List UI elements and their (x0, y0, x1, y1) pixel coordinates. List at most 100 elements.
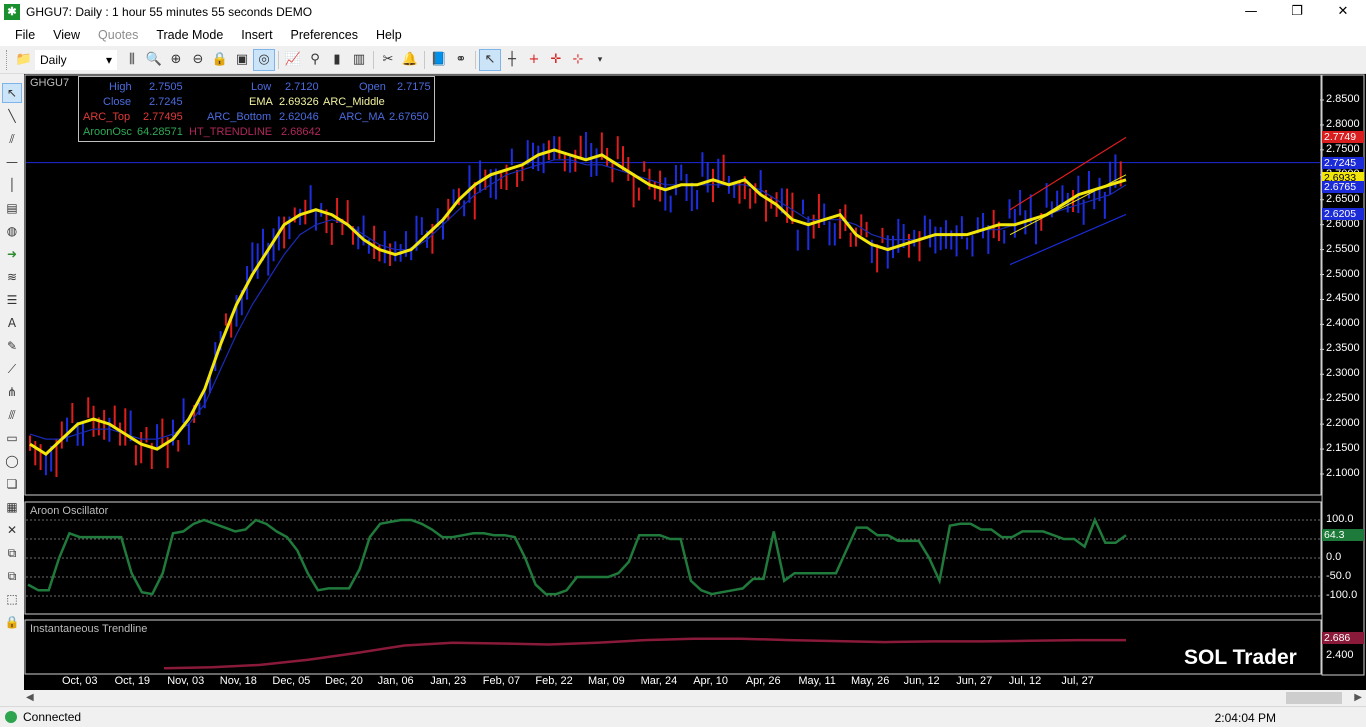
callout-icon[interactable]: ◍ (2, 221, 22, 241)
template-icon[interactable]: ▦ (2, 497, 22, 517)
book-icon[interactable]: 📘 (428, 49, 450, 71)
price-axis-label: 2.6500 (1326, 192, 1360, 205)
toolbar-grip[interactable] (6, 49, 9, 70)
open-label: Open (359, 81, 386, 93)
menu-file[interactable]: File (6, 24, 44, 46)
cross-line-icon[interactable]: ⊹ (567, 49, 589, 71)
maximize-button[interactable]: ❐ (1274, 0, 1320, 24)
histogram-icon[interactable]: ▥ (348, 49, 370, 71)
price-tag: 2.6765 (1322, 180, 1364, 193)
menu-insert[interactable]: Insert (232, 24, 281, 46)
trend-tag: 2.686 (1322, 632, 1364, 644)
note-icon[interactable]: ▤ (2, 198, 22, 218)
price-axis-label: 2.4500 (1326, 292, 1360, 305)
price-axis-label: 2.5000 (1326, 267, 1360, 280)
crosshair-mode-icon[interactable]: ◎ (253, 48, 275, 71)
zoom-out-icon[interactable]: ⊖ (187, 49, 209, 71)
price-axis-label: 2.1500 (1326, 442, 1360, 455)
bar-chart-icon[interactable]: ▮ (326, 49, 348, 71)
menu-preferences[interactable]: Preferences (282, 24, 367, 46)
ema-label: EMA (249, 96, 273, 108)
period-select[interactable]: Daily ▾ (35, 49, 117, 70)
price-axis-label: 2.5500 (1326, 242, 1360, 255)
menu-quotes[interactable]: Quotes (89, 24, 147, 46)
high-value: 2.7505 (149, 81, 183, 93)
trendline-line (163, 637, 1126, 670)
indicator-icon[interactable]: 📈 (282, 49, 304, 71)
price-axis-label: 2.7500 (1326, 142, 1360, 155)
toolbar-overflow-icon[interactable]: ▾ (589, 49, 611, 71)
ema-line (29, 148, 1127, 456)
scroll-thumb[interactable] (1286, 692, 1342, 704)
chart-scrollbar[interactable]: ◀ ▶ (24, 690, 1366, 706)
bar-type-icon[interactable]: ⫼ (121, 49, 143, 71)
pitchfork-icon[interactable]: ⋔ (2, 382, 22, 402)
text-icon[interactable]: A (2, 313, 22, 333)
brand-logo: SOL Trader (1184, 646, 1297, 669)
aroon-tag: 64.3 (1322, 529, 1364, 541)
folder-icon[interactable]: 📁 (13, 49, 35, 71)
menu-view[interactable]: View (44, 24, 89, 46)
arc-bottom-label: ARC_Bottom (207, 111, 272, 123)
pen-icon[interactable]: ✎ (2, 336, 22, 356)
close-button[interactable]: ✕ (1320, 0, 1366, 24)
menu-trade-mode[interactable]: Trade Mode (147, 24, 232, 46)
properties-icon[interactable]: ▣ (231, 49, 253, 71)
select-area-icon[interactable]: ⬚ (2, 589, 22, 609)
time-axis-label: Nov, 18 (219, 675, 257, 687)
copy-icon[interactable]: ⧉ (2, 543, 22, 563)
lock-drawings-icon[interactable]: 🔒 (2, 612, 22, 632)
bell-icon[interactable]: 🔔 (399, 49, 421, 71)
vertical-line-icon[interactable]: │ (2, 175, 22, 195)
select-icon[interactable]: ↖ (2, 83, 22, 103)
cross-red-icon[interactable]: + (523, 49, 545, 71)
cycle-icon[interactable]: ≋ (2, 267, 22, 287)
time-axis-label: Oct, 03 (62, 675, 98, 687)
low-value: 2.7120 (285, 81, 319, 93)
crosshair-icon[interactable]: ┼ (501, 49, 523, 71)
aroon-value: 64.28571 (137, 126, 183, 138)
time-axis-label: Feb, 22 (535, 675, 573, 687)
price-tag: 2.6205 (1322, 208, 1364, 221)
chevron-down-icon: ▾ (105, 52, 112, 67)
fan-icon[interactable]: ⫻ (2, 405, 22, 425)
chart-area[interactable]: GHGU7 High 2.7505 Low 2.7120 Open 2.7175… (24, 74, 1366, 690)
price-axis-label: 2.4000 (1326, 317, 1360, 330)
lock-icon[interactable]: 🔒 (209, 49, 231, 71)
time-axis-label: Apr, 10 (693, 675, 729, 687)
channel-icon[interactable]: ⫽ (2, 129, 22, 149)
scroll-left-icon[interactable]: ◀ (26, 692, 34, 703)
fibonacci-icon[interactable]: ☰ (2, 290, 22, 310)
tree-icon[interactable]: ⚲ (304, 49, 326, 71)
arrow-icon[interactable]: ➜ (2, 244, 22, 264)
window-title: GHGU7: Daily : 1 hour 55 minutes 55 seco… (26, 5, 313, 19)
menu-bar: File View Quotes Trade Mode Insert Prefe… (0, 24, 1366, 46)
cross-dot-icon[interactable]: ✛ (545, 49, 567, 71)
rectangle-icon[interactable]: ▭ (2, 428, 22, 448)
trend-axis-label: 2.400 (1326, 649, 1354, 661)
scroll-right-icon[interactable]: ▶ (1354, 692, 1362, 703)
scissors-icon[interactable]: ✂ (377, 49, 399, 71)
minimize-button[interactable]: — (1228, 0, 1274, 24)
sol-trader-icon: ✱ (4, 4, 20, 20)
layers-icon[interactable]: ❏ (2, 474, 22, 494)
gann-icon[interactable]: ⟋ (2, 359, 22, 379)
arc-middle-label: ARC_Middle (323, 96, 385, 108)
horizontal-line-icon[interactable]: — (2, 152, 22, 172)
line-icon[interactable]: ╲ (2, 106, 22, 126)
zoom-in-icon[interactable]: ⊕ (165, 49, 187, 71)
paste-icon[interactable]: ⧉ (2, 566, 22, 586)
chart-canvas[interactable] (24, 74, 1366, 690)
time-axis-label: May, 26 (851, 675, 890, 687)
ellipse-icon[interactable]: ◯ (2, 451, 22, 471)
cursor-icon[interactable]: ↖ (479, 48, 501, 71)
time-axis-label: Jun, 27 (956, 675, 993, 687)
zoom-icon[interactable]: 🔍 (143, 49, 165, 71)
period-value: Daily (40, 52, 67, 67)
menu-help[interactable]: Help (367, 24, 411, 46)
arc-top-value: 2.77495 (143, 111, 183, 123)
delete-icon[interactable]: ✕ (2, 520, 22, 540)
price-tag: 2.7245 (1322, 156, 1364, 169)
close-label: Close (103, 96, 132, 108)
link-icon[interactable]: ⚭ (450, 49, 472, 71)
